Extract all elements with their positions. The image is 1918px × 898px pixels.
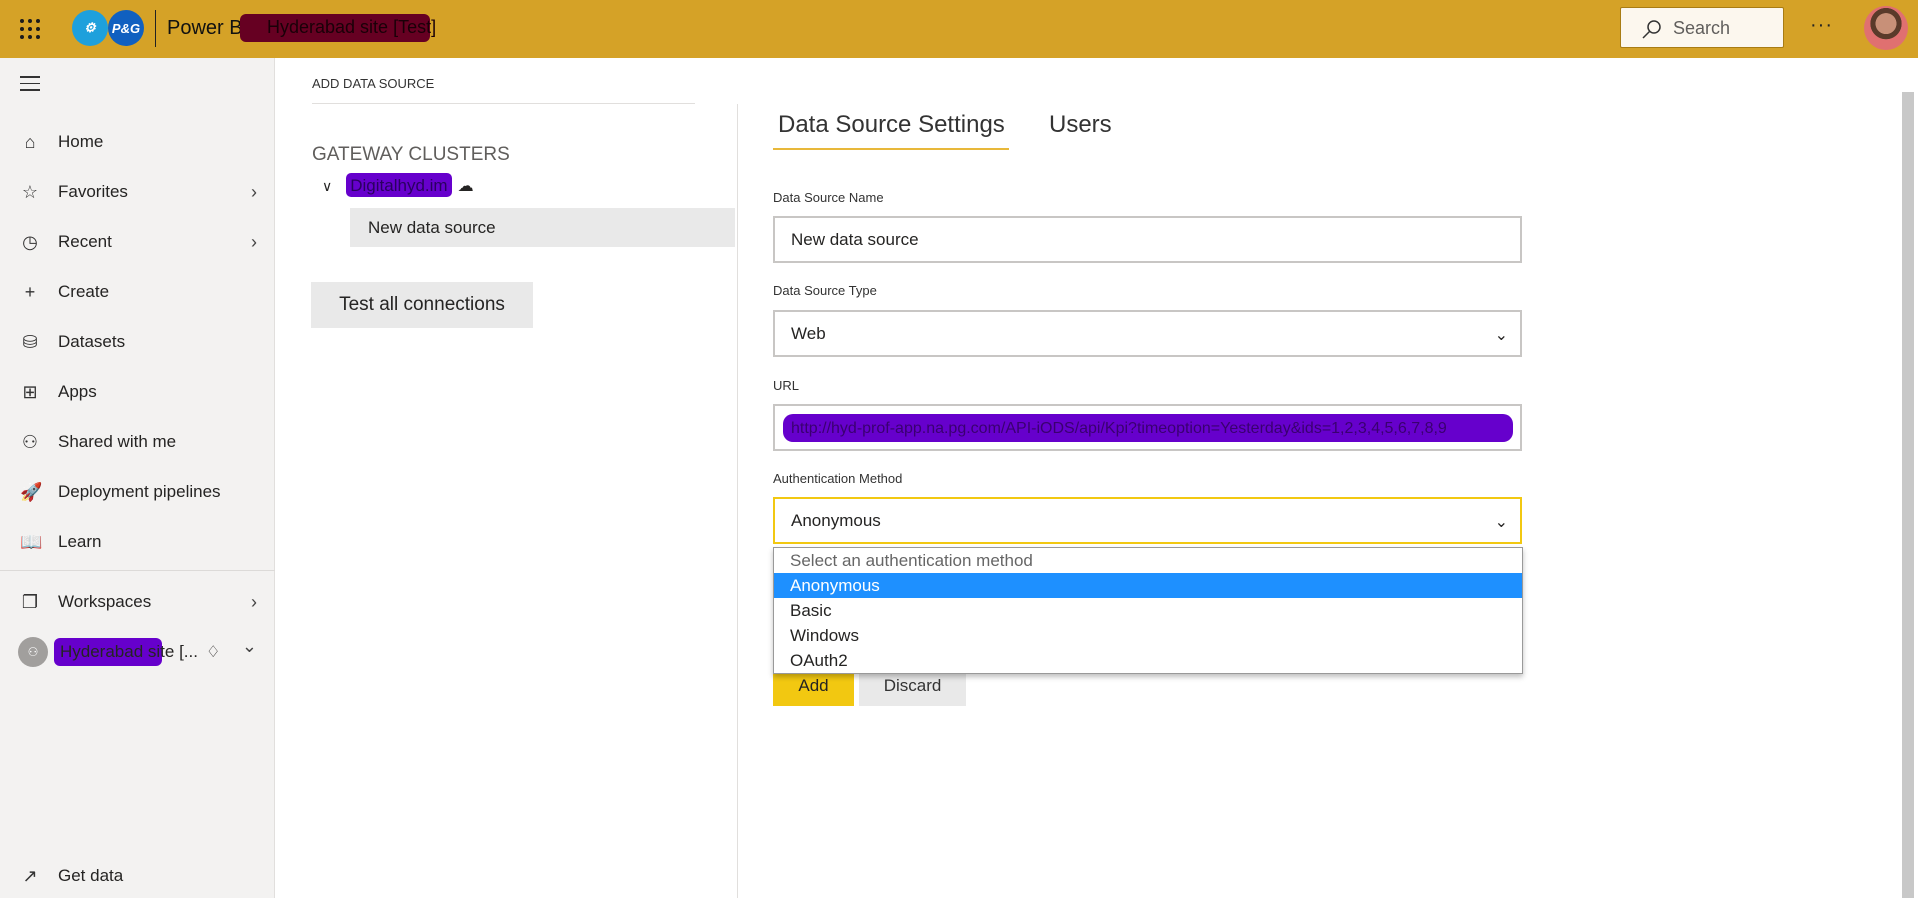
authentication-method-dropdown: Select an authentication method Anonymou…	[773, 547, 1523, 674]
sidebar-item-get-data[interactable]: ↗ Get data	[0, 856, 275, 896]
url-label: URL	[773, 378, 800, 393]
sidebar-item-recent[interactable]: ◷ Recent ›	[0, 222, 275, 262]
sidebar: ⌂ Home ☆ Favorites › ◷ Recent › + Create ⛁ Datasets…	[0, 58, 275, 898]
sidebar-item-create[interactable]: + Create	[0, 272, 275, 312]
more-options-button[interactable]: ···	[1810, 14, 1833, 37]
divider	[312, 103, 695, 104]
sidebar-item-favorites[interactable]: ☆ Favorites ›	[0, 172, 275, 212]
app-name[interactable]: Power BI	[167, 17, 248, 40]
rocket-icon: 🚀	[20, 481, 43, 502]
apps-icon: ⊞	[22, 381, 38, 402]
sidebar-item-label: Datasets	[58, 332, 126, 351]
data-source-item[interactable]: New data source	[350, 208, 735, 247]
star-icon: ☆	[21, 181, 39, 202]
chevron-right-icon: ›	[251, 181, 257, 202]
active-tab-indicator	[773, 148, 1009, 150]
sidebar-item-label: Deployment pipelines	[58, 482, 221, 501]
cluster-name-wrap: Digitalhyd.im	[346, 173, 453, 197]
workspaces-icon: ❐	[21, 591, 39, 612]
sidebar-item-label: Hyderabad site [...	[60, 642, 198, 661]
hamburger-menu-icon[interactable]	[20, 76, 40, 96]
option-windows[interactable]: Windows	[774, 623, 1522, 648]
top-bar: ⚙ P&G Power BI Hyderabad site [Test] Sea…	[0, 0, 1918, 58]
gateway-clusters-heading: GATEWAY CLUSTERS	[312, 144, 510, 165]
chevron-right-icon: ›	[251, 231, 257, 252]
plus-icon: +	[24, 281, 36, 302]
gateway-cluster-item[interactable]: ∨ Digitalhyd.im ☁	[322, 173, 474, 197]
pg-logo: P&G	[108, 10, 144, 46]
input-value: New data source	[791, 230, 919, 249]
sidebar-item-label: Create	[58, 282, 110, 301]
workspace-name-wrap: Hyderabad site [...	[54, 638, 198, 666]
option-oauth2[interactable]: OAuth2	[774, 648, 1522, 673]
tab-users[interactable]: Users	[1049, 111, 1112, 139]
sidebar-item-label: Recent	[58, 232, 112, 251]
workspace-title: Hyderabad site [Test]	[267, 17, 437, 37]
sidebar-item-learn[interactable]: 📖 Learn	[0, 522, 275, 562]
cluster-name: Digitalhyd.im	[350, 176, 448, 195]
authentication-method-label: Authentication Method	[773, 471, 903, 486]
arrow-up-left-icon: ↗	[22, 865, 38, 886]
breadcrumb: ADD DATA SOURCE	[312, 76, 435, 91]
sidebar-item-label: Favorites	[58, 182, 128, 201]
sidebar-item-label: Workspaces	[58, 592, 152, 611]
user-avatar[interactable]	[1864, 6, 1908, 50]
option-placeholder[interactable]: Select an authentication method	[774, 548, 1522, 573]
sidebar-item-apps[interactable]: ⊞ Apps	[0, 372, 275, 412]
cloud-upload-icon: ☁	[457, 178, 474, 195]
book-icon: 📖	[20, 531, 43, 552]
divider	[155, 10, 156, 47]
sidebar-item-label: Apps	[58, 382, 97, 401]
sidebar-item-current-workspace[interactable]: ⚇ Hyderabad site [... ♢ ⌄	[0, 632, 275, 672]
sidebar-divider	[0, 570, 275, 571]
input-value: http://hyd-prof-app.na.pg.com/API-iODS/a…	[791, 420, 1447, 437]
chevron-down-icon: ⌄	[1494, 514, 1508, 531]
sidebar-item-deployment-pipelines[interactable]: 🚀 Deployment pipelines	[0, 472, 275, 512]
sidebar-item-label: Shared with me	[58, 432, 177, 451]
app-launcher-icon[interactable]	[20, 19, 40, 39]
url-input[interactable]: http://hyd-prof-app.na.pg.com/API-iODS/a…	[773, 404, 1522, 451]
sidebar-item-label: Home	[58, 132, 104, 151]
sidebar-item-datasets[interactable]: ⛁ Datasets	[0, 322, 275, 362]
search-placeholder: Search	[1673, 18, 1731, 38]
panel-divider	[737, 104, 738, 898]
sidebar-item-shared-with-me[interactable]: ⚇ Shared with me	[0, 422, 275, 462]
gear-analytics-logo: ⚙	[72, 10, 108, 46]
select-value: Anonymous	[791, 511, 881, 530]
shared-icon: ⚇	[21, 431, 39, 452]
sidebar-item-workspaces[interactable]: ❐ Workspaces ›	[0, 582, 275, 622]
data-source-name-input[interactable]: New data source	[773, 216, 1522, 263]
sidebar-item-label: Learn	[58, 532, 102, 551]
sidebar-item-home[interactable]: ⌂ Home	[0, 122, 275, 162]
sidebar-item-label: Get data	[58, 866, 124, 885]
data-source-type-select[interactable]: Web ⌄	[773, 310, 1522, 357]
option-basic[interactable]: Basic	[774, 598, 1522, 623]
data-source-name-label: Data Source Name	[773, 190, 884, 205]
data-source-type-label: Data Source Type	[773, 283, 877, 298]
scrollbar[interactable]	[1902, 92, 1914, 898]
premium-diamond-icon: ♢	[206, 644, 221, 661]
select-value: Web	[791, 324, 826, 343]
chevron-right-icon: ›	[251, 591, 257, 612]
clock-icon: ◷	[22, 231, 38, 252]
search-icon	[1642, 20, 1661, 39]
chevron-down-icon: ⌄	[1494, 327, 1508, 344]
option-anonymous[interactable]: Anonymous	[774, 573, 1522, 598]
chevron-down-icon[interactable]: ∨	[322, 178, 332, 195]
workspace-avatar: ⚇	[18, 637, 48, 667]
search-box[interactable]: Search	[1620, 7, 1784, 48]
tab-data-source-settings[interactable]: Data Source Settings	[778, 111, 1005, 139]
authentication-method-select[interactable]: Anonymous ⌄	[773, 497, 1522, 544]
home-icon: ⌂	[24, 131, 36, 152]
test-all-connections-button[interactable]: Test all connections	[311, 282, 533, 328]
database-icon: ⛁	[22, 331, 38, 352]
chevron-down-icon[interactable]: ⌄	[242, 636, 257, 657]
